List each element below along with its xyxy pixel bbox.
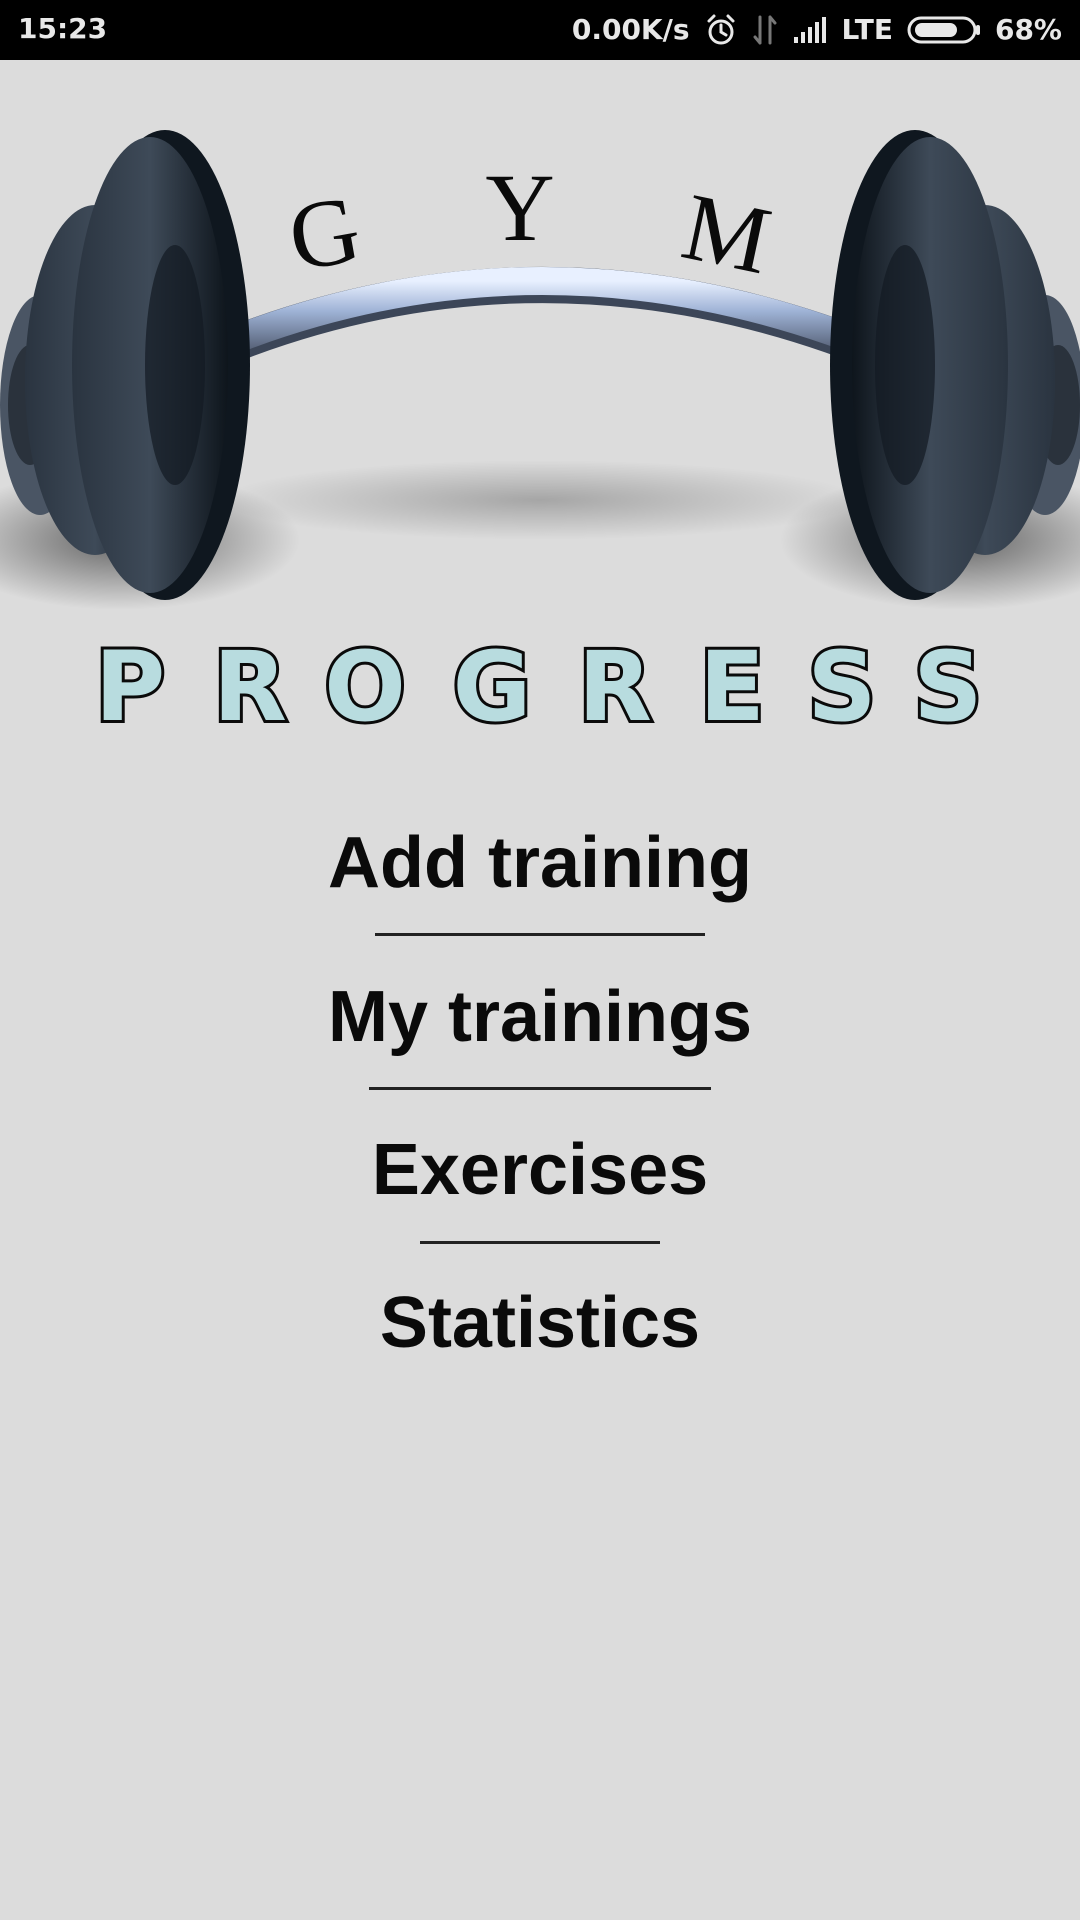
menu-item-my-trainings[interactable]: My trainings: [0, 972, 1080, 1062]
net-speed: 0.00K/s: [571, 13, 690, 46]
logo-letter: R: [213, 631, 287, 743]
data-arrows-icon: [752, 13, 778, 47]
menu-divider: [369, 1087, 711, 1090]
logo-bottom-word: P R O G R E S S: [92, 628, 986, 746]
menu-item-exercises[interactable]: Exercises: [0, 1125, 1080, 1215]
logo-letter-m: M: [674, 172, 780, 294]
battery-percent: 68%: [994, 13, 1062, 46]
status-time: 15:23: [18, 12, 108, 45]
gym-progress-logo: G Y M P R O G R E S S: [0, 60, 1080, 760]
menu-divider: [420, 1241, 660, 1244]
menu-item-add-training[interactable]: Add training: [0, 818, 1080, 908]
logo-letter: S: [807, 631, 876, 743]
logo-letter: P: [95, 631, 165, 743]
battery-icon: [907, 15, 981, 45]
menu-item-statistics[interactable]: Statistics: [0, 1278, 1080, 1368]
logo-letter: O: [324, 631, 406, 743]
logo-letter: G: [453, 631, 532, 743]
menu-divider: [375, 933, 705, 936]
logo-letter: S: [913, 631, 982, 743]
barbell-illustration: G Y M P R O G R E S S: [0, 130, 1080, 746]
alarm-icon: [704, 13, 738, 47]
logo-letter-g: G: [281, 174, 368, 291]
logo-letter: R: [578, 631, 652, 743]
logo-letter-y: Y: [485, 154, 554, 261]
network-type: LTE: [841, 13, 893, 46]
status-bar: 15:23 0.00K/s LTE 68%: [0, 0, 1080, 60]
signal-icon: [792, 15, 828, 45]
logo-letter: E: [699, 631, 765, 743]
status-right-group: 0.00K/s LTE 68%: [572, 10, 1062, 50]
